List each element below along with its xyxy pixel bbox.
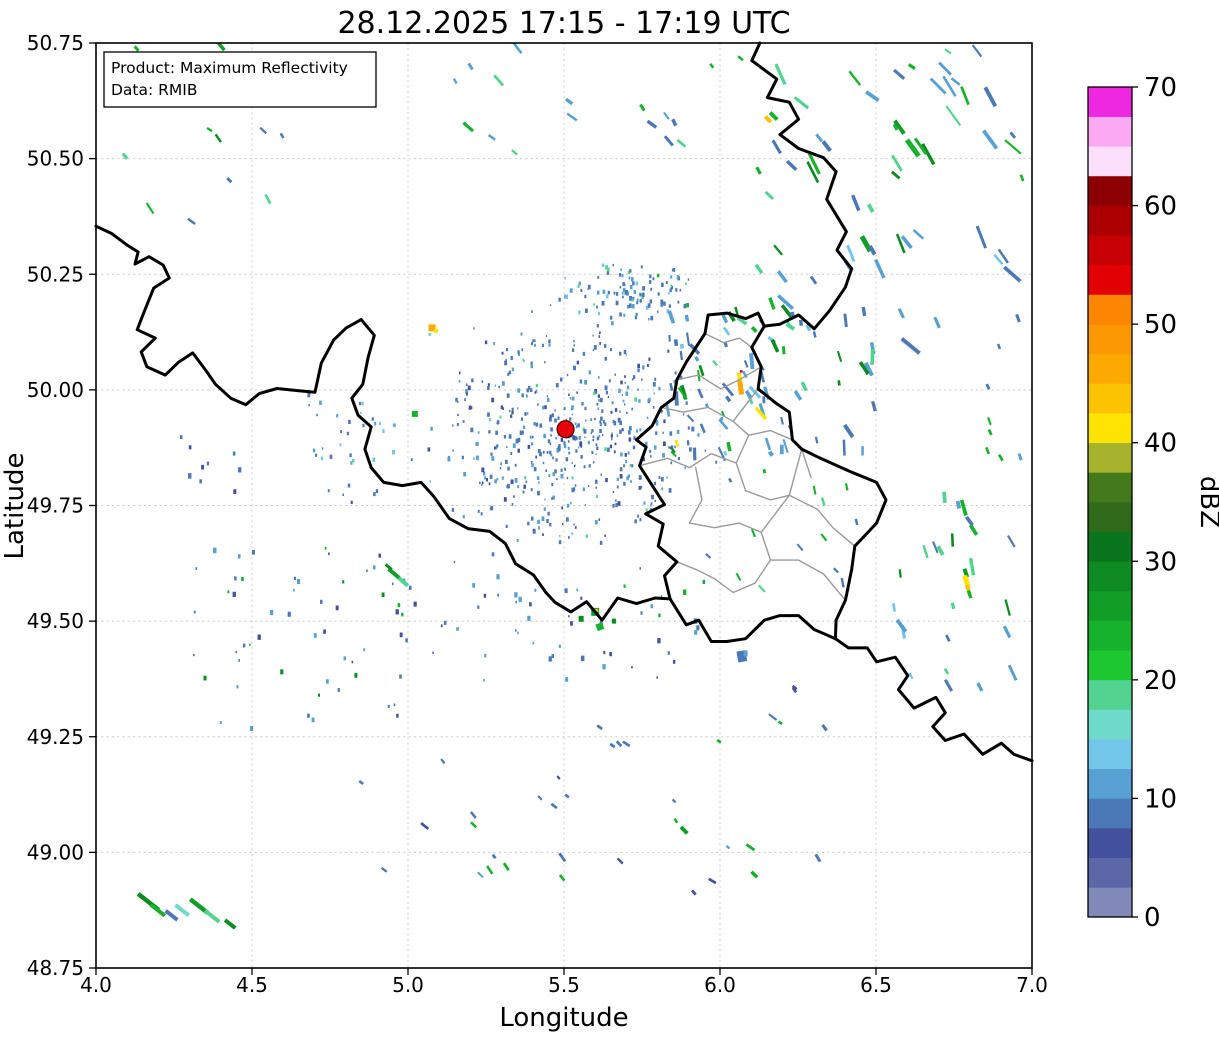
y-tick-label: 50.00	[27, 378, 84, 402]
echo-feature	[737, 379, 745, 395]
x-tick-label: 4.0	[80, 973, 112, 997]
echo-feature	[966, 589, 973, 599]
colorbar-tick-label: 40	[1144, 429, 1177, 459]
region-borders	[638, 332, 856, 601]
y-tick-label: 49.25	[27, 725, 84, 749]
echo-feature	[1015, 313, 1021, 323]
y-tick-label: 49.50	[27, 609, 84, 633]
x-tick-label: 6.5	[860, 973, 892, 997]
echo-feature	[815, 133, 824, 143]
figure-canvas: 28.12.2025 17:15 - 17:19 UTC 4.0 4.5 5.0 5.…	[0, 6, 1219, 1033]
echo-feature	[595, 622, 605, 632]
echo-feature	[578, 615, 584, 622]
echo-feature	[1017, 453, 1023, 461]
x-tick-label: 5.0	[392, 973, 424, 997]
echo-feature	[174, 903, 191, 917]
echo-feature	[743, 650, 748, 657]
echo-feature	[411, 410, 418, 417]
x-tick-label: 5.5	[548, 973, 580, 997]
radar-map-figure: 28.12.2025 17:15 - 17:19 UTC 4.0 4.5 5.0 5.…	[0, 0, 1219, 1040]
colorbar-tick-label: 30	[1144, 547, 1177, 577]
y-tick-label: 49.00	[27, 840, 84, 864]
echo-feature	[397, 576, 410, 588]
colorbar-tick-label: 50	[1144, 310, 1177, 340]
echo-feature	[223, 918, 237, 930]
colorbar-tick-label: 20	[1144, 666, 1177, 696]
annotation-product-line: Product: Maximum Reflectivity	[111, 59, 348, 77]
echo-feature	[679, 825, 689, 835]
echo-feature	[164, 909, 179, 922]
y-axis-label: Latitude	[0, 452, 30, 559]
x-tick-label: 4.5	[236, 973, 268, 997]
x-tick-label: 7.0	[1016, 973, 1048, 997]
echo-feature	[428, 332, 432, 336]
colorbar-tick-label: 70	[1144, 73, 1177, 103]
y-tick-label: 48.75	[27, 956, 84, 980]
colorbar-tick-label: 60	[1144, 192, 1177, 222]
figure-title: 28.12.2025 17:15 - 17:19 UTC	[337, 6, 790, 41]
echo-feature	[750, 870, 759, 879]
y-tick-label: 50.75	[27, 31, 84, 55]
echo-feature	[133, 45, 140, 52]
grid-lines	[95, 42, 1033, 969]
echo-feature	[763, 115, 773, 124]
echo-feature	[203, 909, 221, 924]
echo-feature	[149, 903, 167, 918]
y-tick-label: 50.25	[27, 262, 84, 286]
radar-site-marker	[556, 420, 575, 439]
colorbar-segments	[1088, 86, 1132, 918]
colorbar-tick-label: 0	[1144, 903, 1161, 933]
colorbar-tick-label: 10	[1144, 784, 1177, 814]
y-tick-label: 50.50	[27, 147, 84, 171]
echo-feature	[739, 370, 743, 373]
colorbar-label: dBZ	[1194, 476, 1219, 528]
annotation-box: Product: Maximum Reflectivity Data: RMIB	[103, 51, 377, 108]
echo-feature	[821, 140, 832, 153]
annotation-data-line: Data: RMIB	[111, 81, 198, 99]
echo-feature	[611, 618, 616, 624]
colorbar-ticks: 0 10 20 30 40 50 60 70	[1132, 73, 1177, 933]
radar-site-layer	[556, 420, 575, 439]
y-tick-label: 49.75	[27, 494, 84, 518]
radar-echo-layer	[121, 43, 1025, 930]
x-axis-label: Longitude	[499, 1003, 628, 1033]
x-tick-label: 6.0	[704, 973, 736, 997]
echo-feature	[434, 328, 439, 333]
